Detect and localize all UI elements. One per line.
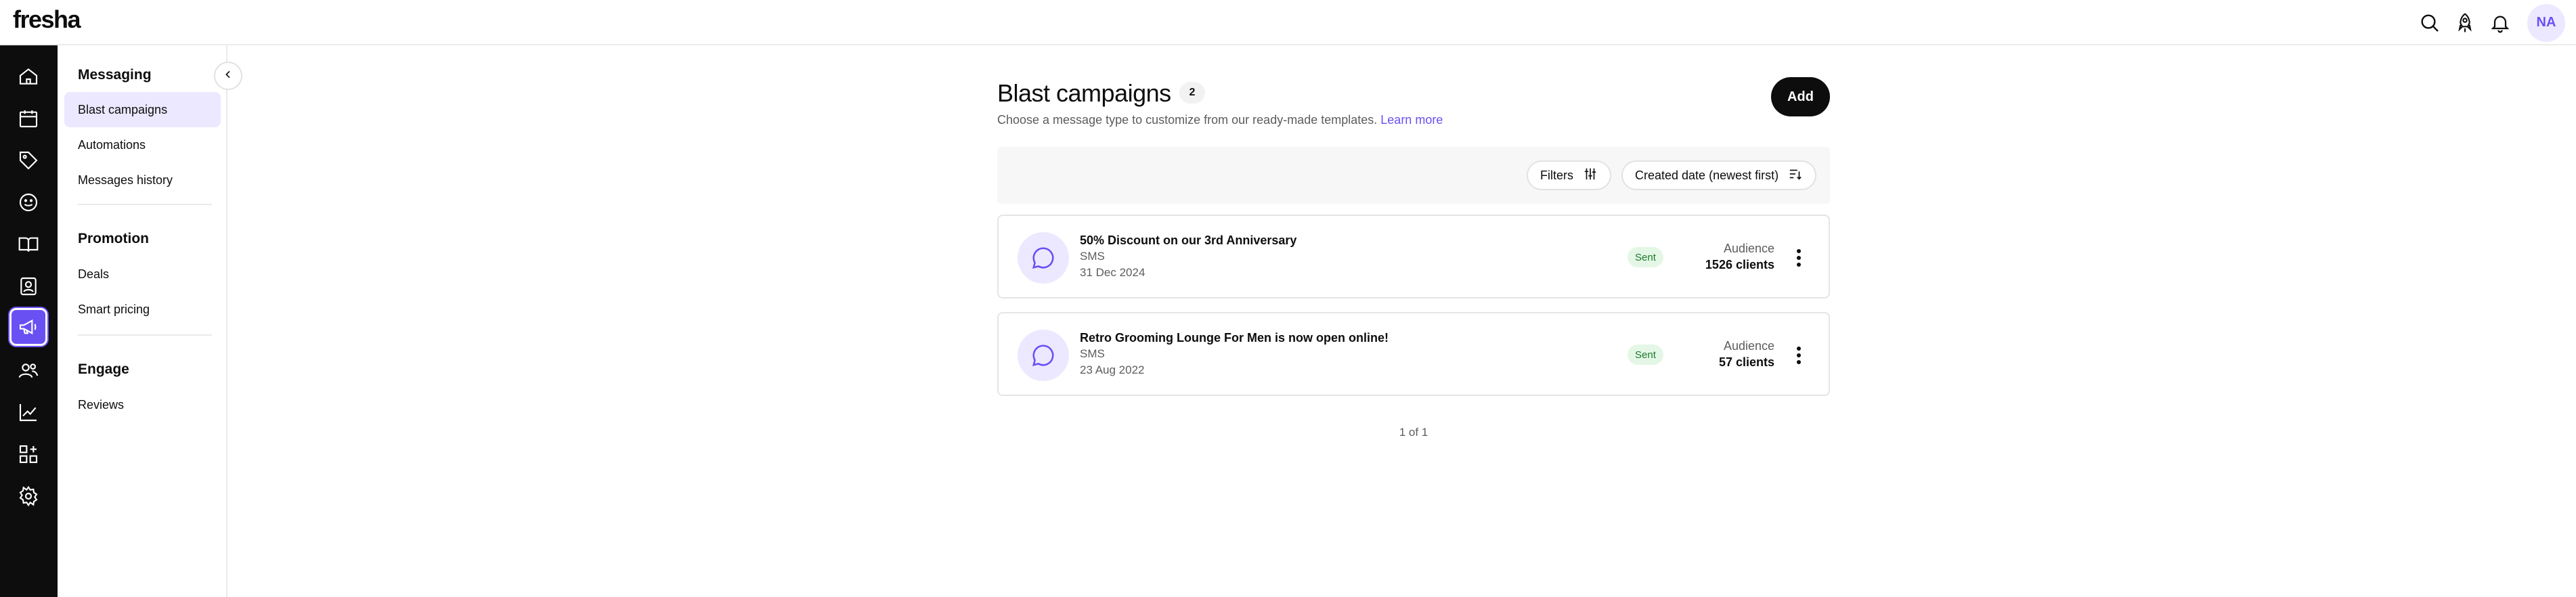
main-nav-rail — [0, 45, 58, 597]
section-title-engage: Engage — [78, 361, 129, 377]
more-options-icon[interactable] — [1793, 342, 1804, 369]
section-title-promotion: Promotion — [78, 231, 149, 246]
sliders-icon — [1583, 167, 1598, 185]
contact-card-icon[interactable] — [7, 269, 49, 304]
tag-icon[interactable] — [7, 143, 49, 178]
campaign-date: 31 Dec 2024 — [1080, 266, 1145, 279]
filter-bar: Filters Created date (newest first) — [997, 147, 1830, 204]
top-bar: fresha NA — [0, 0, 2576, 45]
message-bubble-icon — [1018, 232, 1069, 284]
subnav-item-smart-pricing[interactable]: Smart pricing — [64, 292, 221, 327]
subnav-item-reviews[interactable]: Reviews — [64, 387, 221, 422]
more-options-icon[interactable] — [1793, 244, 1804, 271]
rocket-icon[interactable] — [2447, 5, 2483, 41]
subnav-item-automations[interactable]: Automations — [64, 127, 221, 162]
book-icon[interactable] — [7, 227, 49, 262]
fresha-logo[interactable]: fresha — [13, 5, 81, 34]
campaign-card[interactable]: Retro Grooming Lounge For Men is now ope… — [997, 312, 1830, 396]
subnav-item-blast-campaigns[interactable]: Blast campaigns — [64, 92, 221, 127]
calendar-icon[interactable] — [7, 101, 49, 136]
chart-icon[interactable] — [7, 395, 49, 430]
page-subtitle: Choose a message type to customize from … — [997, 113, 1443, 127]
megaphone-icon[interactable] — [9, 308, 47, 346]
learn-more-link[interactable]: Learn more — [1380, 113, 1443, 127]
status-badge: Sent — [1628, 247, 1663, 267]
campaign-title: Retro Grooming Lounge For Men is now ope… — [1080, 331, 1389, 345]
add-button[interactable]: Add — [1771, 77, 1830, 116]
audience-label: Audience — [1723, 242, 1774, 255]
subtitle-text: Choose a message type to customize from … — [997, 113, 1378, 127]
campaign-title: 50% Discount on our 3rd Anniversary — [1080, 234, 1297, 247]
bell-icon[interactable] — [2483, 5, 2518, 41]
subnav-item-messages-history[interactable]: Messages history — [64, 162, 221, 198]
campaign-card[interactable]: 50% Discount on our 3rd Anniversary SMS … — [997, 215, 1830, 298]
page-title: Blast campaigns — [997, 79, 1171, 107]
people-icon[interactable] — [7, 353, 49, 388]
sort-icon — [1788, 167, 1803, 185]
divider — [78, 334, 212, 336]
home-icon[interactable] — [7, 59, 49, 94]
top-actions: NA — [2412, 0, 2576, 45]
apps-icon[interactable] — [7, 437, 49, 472]
smile-icon[interactable] — [7, 185, 49, 220]
sort-button[interactable]: Created date (newest first) — [1621, 160, 1817, 190]
campaign-channel: SMS — [1080, 250, 1105, 263]
chevron-left-icon — [223, 69, 234, 83]
filters-label: Filters — [1540, 168, 1573, 182]
campaign-channel: SMS — [1080, 347, 1105, 360]
audience-value: 1526 clients — [1705, 258, 1774, 271]
divider — [78, 204, 212, 205]
campaign-date: 23 Aug 2022 — [1080, 363, 1145, 376]
search-icon[interactable] — [2412, 5, 2447, 41]
message-bubble-icon — [1018, 330, 1069, 381]
avatar[interactable]: NA — [2527, 3, 2565, 42]
settings-icon[interactable] — [7, 479, 49, 514]
audience-value: 57 clients — [1718, 355, 1774, 369]
section-title-messaging: Messaging — [78, 67, 152, 83]
sort-label: Created date (newest first) — [1635, 168, 1779, 182]
status-badge: Sent — [1628, 345, 1663, 365]
subnav-item-deals[interactable]: Deals — [64, 257, 221, 292]
pagination-label: 1 of 1 — [1399, 426, 1428, 439]
marketing-subnav: Messaging Blast campaigns Automations Me… — [58, 45, 227, 597]
collapse-sidebar-button[interactable] — [214, 62, 242, 90]
audience-label: Audience — [1723, 339, 1774, 353]
count-badge: 2 — [1179, 82, 1205, 104]
filters-button[interactable]: Filters — [1527, 160, 1611, 190]
